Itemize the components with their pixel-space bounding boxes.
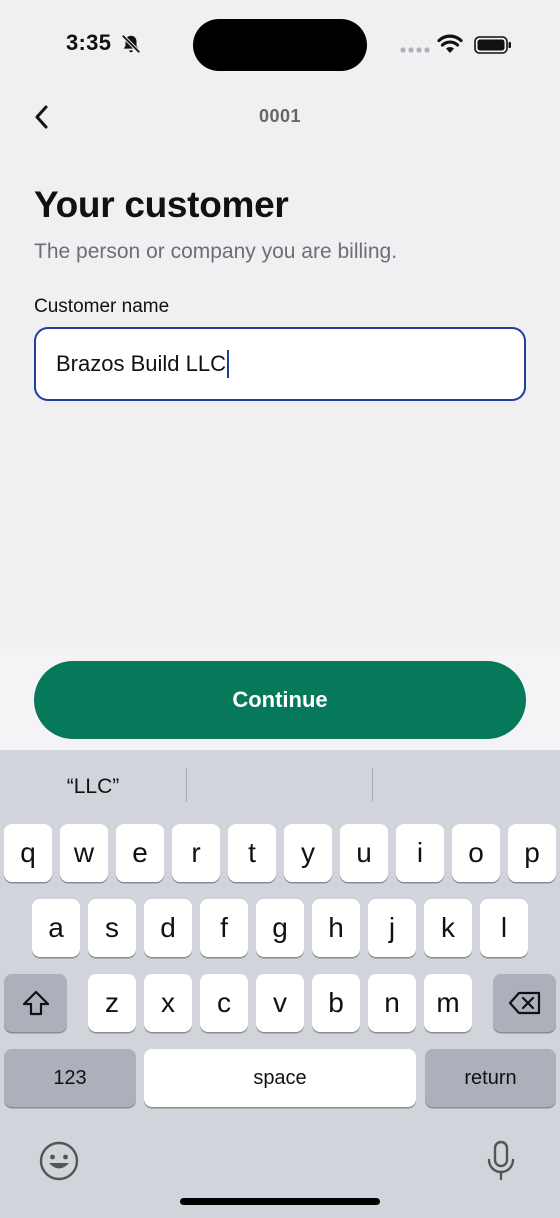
backspace-icon: [508, 991, 540, 1015]
page-title: Your customer: [34, 184, 289, 225]
delete-key[interactable]: [493, 974, 556, 1032]
numbers-key[interactable]: 123: [4, 1049, 136, 1107]
key-k[interactable]: k: [424, 899, 472, 957]
key-e[interactable]: e: [116, 824, 164, 882]
battery-icon: [474, 36, 511, 54]
customer-name-value: Brazos Build LLC: [56, 351, 226, 376]
key-w[interactable]: w: [60, 824, 108, 882]
key-p[interactable]: p: [508, 824, 556, 882]
key-u[interactable]: u: [340, 824, 388, 882]
emoji-icon[interactable]: [38, 1140, 80, 1182]
key-t[interactable]: t: [228, 824, 276, 882]
suggestion-2[interactable]: [187, 770, 372, 804]
page-subtitle: The person or company you are billing.: [34, 240, 398, 263]
bell-slash-icon: [121, 34, 141, 54]
dynamic-island: [193, 19, 367, 71]
key-b[interactable]: b: [312, 974, 360, 1032]
nav-title: 0001: [258, 106, 302, 126]
key-c[interactable]: c: [200, 974, 248, 1032]
shift-key[interactable]: [4, 974, 67, 1032]
text-caret: [226, 350, 229, 378]
status-time: 3:35: [66, 30, 112, 55]
customer-name-input[interactable]: Brazos Build LLC: [34, 327, 526, 401]
home-indicator: [180, 1198, 380, 1205]
key-l[interactable]: l: [480, 899, 528, 957]
shift-icon: [22, 990, 49, 1016]
key-g[interactable]: g: [256, 899, 304, 957]
key-h[interactable]: h: [312, 899, 360, 957]
key-y[interactable]: y: [284, 824, 332, 882]
key-f[interactable]: f: [200, 899, 248, 957]
key-s[interactable]: s: [88, 899, 136, 957]
key-j[interactable]: j: [368, 899, 416, 957]
signal-dots-icon: [400, 47, 430, 53]
key-v[interactable]: v: [256, 974, 304, 1032]
space-key[interactable]: space: [144, 1049, 416, 1107]
microphone-icon[interactable]: [484, 1140, 518, 1182]
key-d[interactable]: d: [144, 899, 192, 957]
key-a[interactable]: a: [32, 899, 80, 957]
key-q[interactable]: q: [4, 824, 52, 882]
return-key[interactable]: return: [425, 1049, 556, 1107]
key-o[interactable]: o: [452, 824, 500, 882]
key-r[interactable]: r: [172, 824, 220, 882]
key-n[interactable]: n: [368, 974, 416, 1032]
key-z[interactable]: z: [88, 974, 136, 1032]
key-m[interactable]: m: [424, 974, 472, 1032]
suggestion-3[interactable]: [373, 770, 560, 804]
suggestion-1[interactable]: “LLC”: [0, 770, 186, 804]
screen: 3:35 0001 Your customer The person or co…: [0, 0, 560, 1218]
wifi-icon: [437, 34, 463, 53]
key-i[interactable]: i: [396, 824, 444, 882]
continue-button[interactable]: Continue: [34, 661, 526, 739]
customer-name-label: Customer name: [34, 296, 170, 317]
key-x[interactable]: x: [144, 974, 192, 1032]
